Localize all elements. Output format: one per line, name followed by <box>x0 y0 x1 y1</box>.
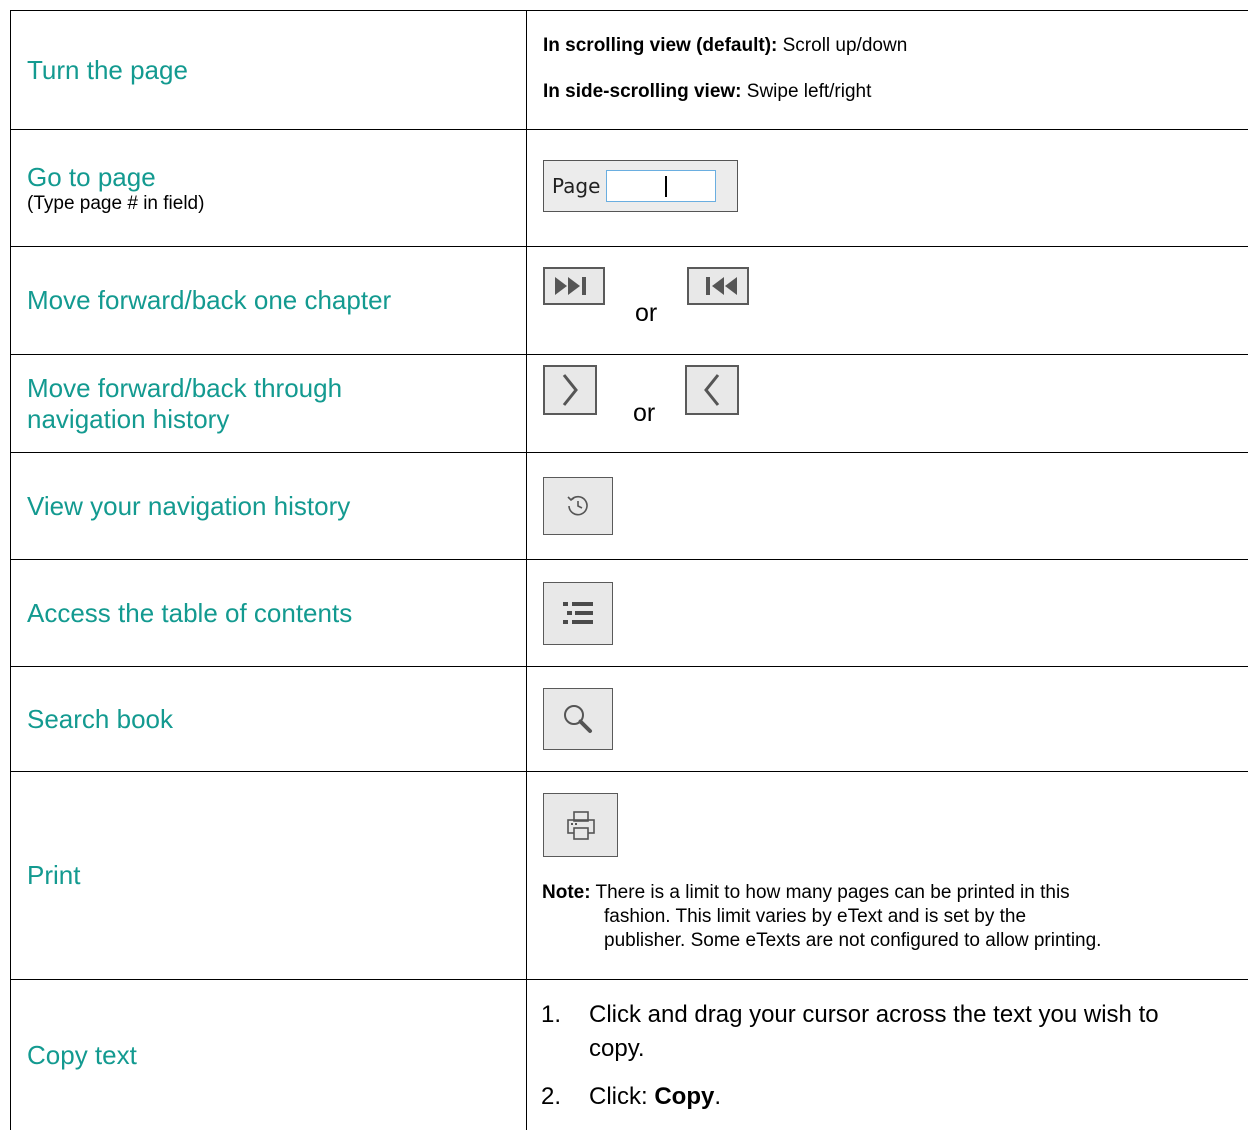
history-icon[interactable] <box>543 477 613 535</box>
action-cell: Turn the page <box>11 11 527 129</box>
chevron-right-icon[interactable] <box>543 365 597 415</box>
step-number: 1. <box>541 1001 562 1028</box>
step-1: 1. Click and drag your cursor across the… <box>541 998 1248 1066</box>
action-label: Search book <box>27 703 173 734</box>
print-note: Note: There is a limit to how many pages… <box>542 881 1248 953</box>
step-1-line-1: Click and drag your cursor across the te… <box>589 1001 1159 1028</box>
or-separator: or <box>633 399 656 427</box>
copy-command: Copy <box>654 1083 715 1110</box>
description-cell: Page <box>527 130 1248 246</box>
row-view-history: View your navigation history <box>11 453 1248 560</box>
list-icon[interactable] <box>543 581 613 645</box>
description-cell <box>527 453 1248 559</box>
chevron-left-icon[interactable] <box>685 365 740 415</box>
search-icon[interactable] <box>543 688 613 750</box>
row-print: Print Note: There is a limit to how many… <box>11 772 1248 980</box>
description-cell: or <box>527 247 1248 354</box>
row-chapter: Move forward/back one chapter or <box>11 247 1248 355</box>
scroll-view-value: Scroll up/down <box>777 35 908 56</box>
note-line-2: fashion. This limit varies by eText and … <box>604 906 1027 927</box>
action-sublabel: (Type page # in field) <box>27 192 205 214</box>
action-cell: Copy text <box>11 980 527 1130</box>
help-table: Turn the page In scrolling view (default… <box>10 10 1248 1130</box>
action-cell: View your navigation history <box>11 453 527 559</box>
note-line-3: publisher. Some eTexts are not configure… <box>604 930 1102 951</box>
step-2-end: . <box>714 1083 722 1110</box>
printer-icon[interactable] <box>543 793 618 857</box>
row-search: Search book <box>11 667 1248 772</box>
step-2: 2. Click: Copy. <box>541 1080 1248 1114</box>
action-label: Go to page <box>27 161 156 192</box>
row-toc: Access the table of contents <box>11 560 1248 667</box>
step-text: Click: Copy. <box>589 1080 721 1114</box>
page-field-group: Page <box>543 160 738 212</box>
scroll-view-text: In scrolling view (default): Scroll up/d… <box>543 35 1248 57</box>
description-cell <box>527 560 1248 666</box>
step-1-line-2: copy. <box>589 1035 645 1062</box>
page-field-label: Page <box>552 174 601 198</box>
side-scroll-view-label: In side-scrolling view: <box>543 81 742 102</box>
action-label: Access the table of contents <box>27 597 353 628</box>
description-cell: In scrolling view (default): Scroll up/d… <box>527 11 1248 129</box>
action-cell: Go to page (Type page # in field) <box>11 130 527 246</box>
action-label-line2: navigation history <box>27 403 230 434</box>
skip-back-icon[interactable] <box>687 267 750 305</box>
action-label-line1: Move forward/back through <box>27 372 343 403</box>
action-cell: Print <box>11 772 527 979</box>
row-turn-page: Turn the page In scrolling view (default… <box>11 11 1248 130</box>
step-text: Click and drag your cursor across the te… <box>589 998 1159 1066</box>
skip-forward-icon[interactable] <box>543 267 605 305</box>
description-cell: or <box>527 355 1248 452</box>
step-2-text: Click: <box>589 1083 655 1110</box>
action-cell: Access the table of contents <box>11 560 527 666</box>
side-scroll-view-value: Swipe left/right <box>741 81 872 102</box>
scroll-view-label: In scrolling view (default): <box>543 35 778 56</box>
side-scroll-view-text: In side-scrolling view: Swipe left/right <box>543 81 1248 103</box>
description-cell: 1. Click and drag your cursor across the… <box>527 980 1248 1130</box>
step-number: 2. <box>541 1083 562 1110</box>
row-copy-text: Copy text 1. Click and drag your cursor … <box>11 980 1248 1130</box>
page-number-input[interactable] <box>606 170 717 202</box>
action-label: Print <box>27 860 81 890</box>
note-line-1: Note: There is a limit to how many pages… <box>542 881 1248 905</box>
note-text-1: There is a limit to how many pages can b… <box>590 882 1070 903</box>
row-go-to-page: Go to page (Type page # in field) Page <box>11 130 1248 247</box>
action-label: View your navigation history <box>27 490 351 521</box>
text-cursor <box>665 176 668 197</box>
action-cell: Move forward/back one chapter <box>11 247 527 354</box>
action-label: Turn the page <box>27 54 188 85</box>
action-label: Move forward/back one chapter <box>27 285 392 315</box>
action-label: Copy text <box>27 1039 137 1070</box>
description-cell: Note: There is a limit to how many pages… <box>527 772 1248 979</box>
action-cell: Search book <box>11 667 527 771</box>
note-label: Note: <box>542 882 591 903</box>
action-cell: Move forward/back through navigation his… <box>11 355 527 452</box>
row-history-nav: Move forward/back through navigation his… <box>11 355 1248 453</box>
description-cell <box>527 667 1248 771</box>
or-separator: or <box>635 299 658 327</box>
